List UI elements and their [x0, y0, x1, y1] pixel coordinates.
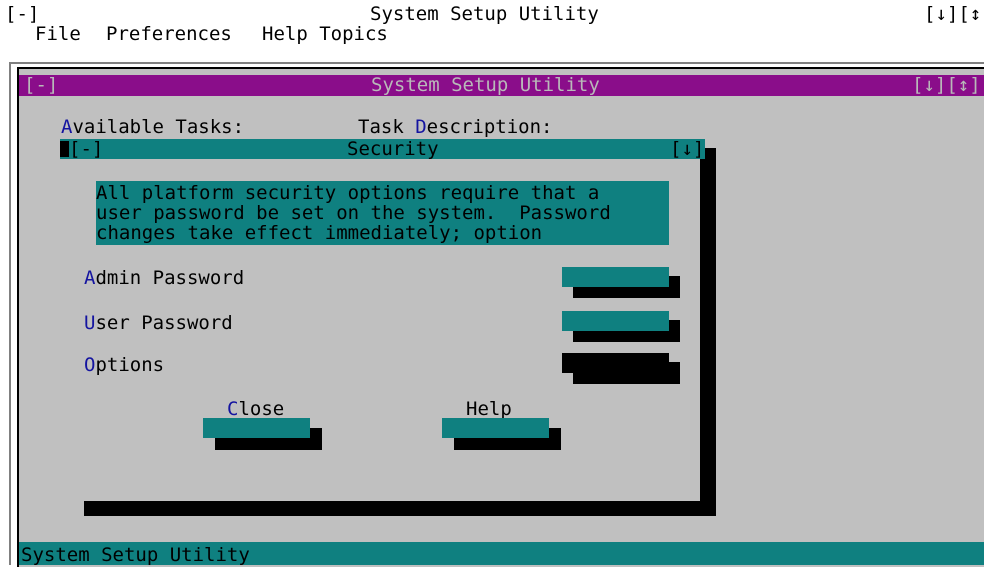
description-line: user password be set on the system. Pass…: [96, 202, 611, 224]
inner-control-box[interactable]: [-]: [24, 75, 58, 95]
outer-window-arrows[interactable]: [↓][↕]: [924, 4, 984, 24]
inner-window-title: System Setup Utility: [371, 74, 600, 96]
inner-window-frame-left: [9, 62, 11, 565]
available-tasks-label: Available Tasks:: [61, 116, 245, 138]
inner-window-frame-top: [9, 62, 984, 64]
menu-file[interactable]: File: [35, 24, 81, 44]
security-dialog-shadow-bottom: [84, 501, 716, 516]
status-bar-text: System Setup Utility: [21, 544, 250, 566]
inner-window-titlebar: [-] System Setup Utility [↓][↕]: [19, 75, 984, 96]
help-button-label: Help: [466, 398, 512, 420]
menu-bar: File Preferences Help Topics: [0, 24, 984, 46]
security-dialog-shadow-right: [700, 148, 716, 516]
close-button-label: Close: [227, 398, 285, 420]
security-description: All platform security options require th…: [96, 181, 669, 245]
menu-preferences[interactable]: Preferences: [106, 24, 232, 44]
close-button[interactable]: [203, 418, 310, 438]
options-field[interactable]: [562, 353, 669, 373]
status-bar: System Setup Utility: [19, 542, 984, 565]
security-dialog-titlebar: [-] Security [↓]: [60, 139, 705, 159]
menu-help-topics[interactable]: Help Topics: [262, 24, 388, 44]
outer-window-title: System Setup Utility: [370, 3, 599, 25]
help-button[interactable]: [442, 418, 549, 438]
description-line: All platform security options require th…: [96, 182, 600, 204]
user-password-field[interactable]: [562, 311, 669, 331]
security-control-box[interactable]: [-]: [69, 139, 103, 159]
options-label: Options: [84, 354, 165, 376]
security-dialog-arrow[interactable]: [↓]: [670, 139, 704, 159]
task-description-label: Task Description:: [358, 116, 553, 138]
text-cursor: [60, 141, 69, 157]
user-password-label: User Password: [84, 312, 233, 334]
outer-control-box[interactable]: [-]: [5, 4, 39, 24]
security-dialog-title: Security: [347, 138, 439, 160]
inner-window-arrows[interactable]: [↓][↕]: [912, 75, 981, 95]
admin-password-field[interactable]: [562, 267, 669, 287]
description-line: changes take effect immediately; option: [96, 222, 543, 244]
admin-password-label: Admin Password: [84, 267, 245, 289]
